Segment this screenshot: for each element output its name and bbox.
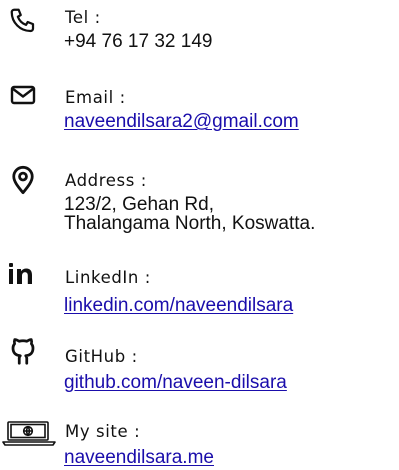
github-label: GitHub : <box>65 347 138 366</box>
linkedin-label: LinkedIn : <box>65 268 151 287</box>
address-line-2: Thalangama North, Koswatta. <box>64 213 316 234</box>
linkedin-link[interactable]: linkedin.com/naveendilsara <box>64 296 293 315</box>
contact-linkedin: LinkedIn : linkedin.com/naveendilsara <box>0 258 399 328</box>
contact-tel: Tel : +94 76 17 32 149 <box>0 0 399 60</box>
phone-icon <box>0 6 46 36</box>
contact-website: My site : naveendilsara.me <box>0 410 399 470</box>
contact-address: Address : 123/2, Gehan Rd, Thalangama No… <box>0 162 399 262</box>
tel-value: +94 76 17 32 149 <box>64 31 213 52</box>
github-icon <box>0 337 46 367</box>
website-label: My site : <box>65 422 141 441</box>
contact-email: Email : naveendilsara2@gmail.com <box>0 80 399 150</box>
contact-github: GitHub : github.com/naveen-dilsara <box>0 335 399 405</box>
laptop-globe-icon <box>0 420 58 448</box>
linkedin-icon <box>0 262 46 286</box>
tel-label: Tel : <box>65 8 101 27</box>
website-link[interactable]: naveendilsara.me <box>64 448 214 467</box>
address-line-1: 123/2, Gehan Rd, <box>64 194 214 215</box>
github-link[interactable]: github.com/naveen-dilsara <box>64 373 287 392</box>
email-link[interactable]: naveendilsara2@gmail.com <box>64 112 299 131</box>
location-pin-icon <box>0 165 46 195</box>
address-label: Address : <box>65 171 147 190</box>
mail-icon <box>0 83 46 107</box>
email-label: Email : <box>65 88 126 107</box>
